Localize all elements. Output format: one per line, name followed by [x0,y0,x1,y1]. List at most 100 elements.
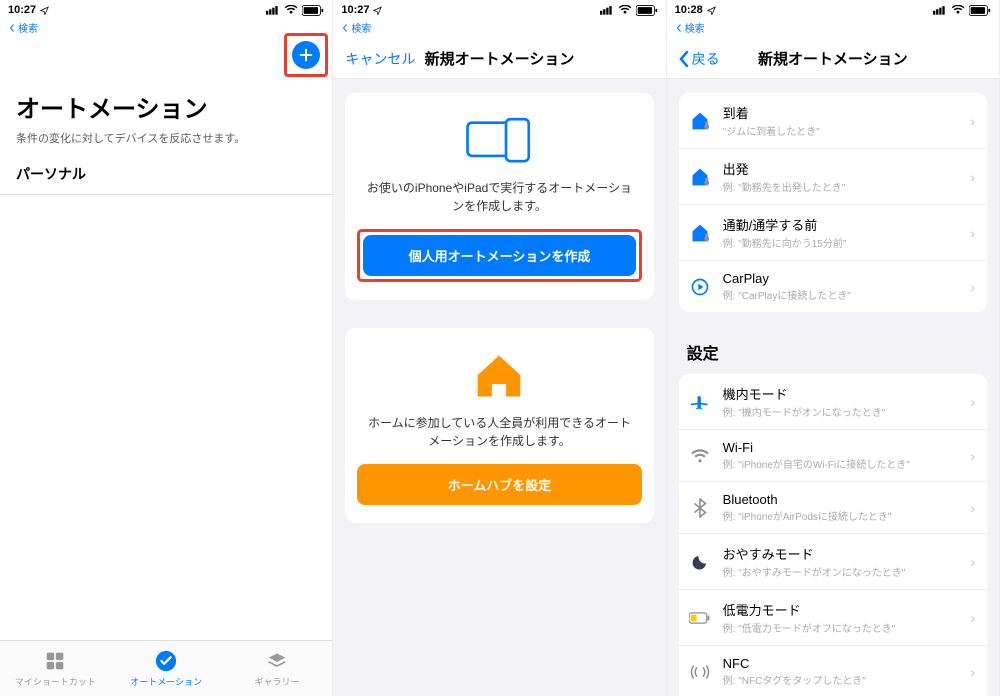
row-airplane-mode[interactable]: 機内モード例: "機内モードがオンになったとき" › [679,374,987,430]
commute-icon [689,222,711,244]
tab-label: ギャラリー [254,675,299,688]
row-title: NFC [723,656,959,671]
setup-home-hub-button[interactable]: ホームハブを設定 [357,464,641,505]
leave-icon [689,166,711,188]
row-low-power[interactable]: 低電力モード例: "低電力モードがオフになったとき" › [679,590,987,646]
page-subtitle: 条件の変化に対してデバイスを反応させます。 [16,130,316,146]
personal-automation-card: お使いのiPhoneやiPadで実行するオートメーションを作成します。 個人用オ… [345,93,653,300]
chevron-right-icon: › [970,664,975,680]
row-subtitle: 例: "低電力モードがオフになったとき" [723,620,959,635]
row-nfc[interactable]: NFC例: "NFCタグをタップしたとき" › [679,646,987,696]
row-bluetooth[interactable]: Bluetooth例: "iPhoneがAirPodsに接続したとき" › [679,482,987,534]
chevron-left-icon [679,51,689,67]
battery-icon [689,607,711,629]
nav-bar [0,39,332,79]
status-time: 10:28 [675,4,703,16]
status-time: 10:27 [8,4,36,16]
tab-automation[interactable]: オートメーション [111,641,222,696]
grid-icon [44,650,66,672]
row-title: 出発 [723,159,959,178]
search-label: 検索 [18,20,38,35]
personal-card-text: お使いのiPhoneやiPadで実行するオートメーションを作成します。 [357,179,641,215]
home-automation-card: ホームに参加している人全員が利用できるオートメーションを作成します。 ホームハブ… [345,328,653,523]
row-title: 機内モード [723,384,959,403]
row-subtitle: 例: "勤務先に向かう15分前" [723,235,959,250]
tab-my-shortcuts[interactable]: マイショートカット [0,641,111,696]
row-subtitle: 例: "iPhoneが自宅のWi-Fiに接続したとき" [723,456,959,471]
back-button[interactable]: 戻る [679,49,720,69]
chevron-right-icon: › [970,448,975,464]
status-icons [600,5,658,16]
row-title: おやすみモード [723,544,959,563]
row-title: Wi-Fi [723,440,959,455]
chevron-right-icon: › [970,113,975,129]
bluetooth-icon [689,497,711,519]
row-subtitle: 例: "おやすみモードがオンになったとき" [723,564,959,579]
wifi-icon [689,445,711,467]
row-subtitle: 例: "機内モードがオンになったとき" [723,404,959,419]
tab-label: マイショートカット [15,675,96,688]
carplay-icon [689,276,711,298]
row-wifi[interactable]: Wi-Fi例: "iPhoneが自宅のWi-Fiに接続したとき" › [679,430,987,482]
row-title: 低電力モード [723,600,959,619]
highlight-plus [284,33,328,77]
location-icon [373,6,382,15]
row-leave[interactable]: 出発例: "勤務先を出発したとき" › [679,149,987,205]
chevron-right-icon: › [970,394,975,410]
row-subtitle: 例: "CarPlayに接続したとき" [723,287,959,302]
search-label: 検索 [685,20,705,35]
screen-automation-home: 10:27 検索 オートメーション 条件の変化に対してデバイスを反応させます。 … [0,0,333,696]
divider [0,194,332,195]
nfc-icon [689,661,711,683]
moon-icon [689,551,711,573]
chevron-right-icon: › [970,169,975,185]
settings-section-header: 設定 [667,336,999,374]
arrive-icon [689,110,711,132]
row-before-commute[interactable]: 通勤/通学する前例: "勤務先に向かう15分前" › [679,205,987,261]
check-circle-icon [155,650,177,672]
nav-bar: 戻る 新規オートメーション [667,39,999,79]
section-personal: パーソナル [16,164,316,194]
screen1-body: オートメーション 条件の変化に対してデバイスを反応させます。 パーソナル [0,79,332,205]
row-carplay[interactable]: CarPlay例: "CarPlayに接続したとき" › [679,261,987,312]
screen-new-automation-type: 10:27 検索 キャンセル 新規オートメーション お使いのiPhoneやiPa… [333,0,666,696]
status-bar: 10:28 [667,0,999,20]
airplane-icon [689,391,711,413]
status-bar: 10:27 [333,0,665,20]
search-back[interactable]: 検索 [0,20,332,39]
row-subtitle: 例: "勤務先を出発したとき" [723,179,959,194]
row-do-not-disturb[interactable]: おやすみモード例: "おやすみモードがオンになったとき" › [679,534,987,590]
chevron-right-icon: › [970,279,975,295]
search-back[interactable]: 検索 [667,20,999,39]
page-title: オートメーション [16,89,316,124]
row-subtitle: 例: "iPhoneがAirPodsに接続したとき" [723,508,959,523]
nav-bar: キャンセル 新規オートメーション [333,39,665,79]
layers-icon [266,650,288,672]
status-icons [933,5,991,16]
search-back[interactable]: 検索 [333,20,665,39]
tab-gallery[interactable]: ギャラリー [222,641,333,696]
location-icon [707,6,716,15]
row-title: CarPlay [723,271,959,286]
settings-group: 機内モード例: "機内モードがオンになったとき" › Wi-Fi例: "iPho… [679,374,987,696]
trigger-scroll[interactable]: 到着"ジムに到着したとき" › 出発例: "勤務先を出発したとき" › 通勤/通… [667,79,999,696]
cancel-button[interactable]: キャンセル [345,49,415,69]
row-arrive[interactable]: 到着"ジムに到着したとき" › [679,93,987,149]
chevron-right-icon: › [970,225,975,241]
row-subtitle: 例: "NFCタグをタップしたとき" [723,672,959,687]
add-automation-button[interactable] [292,41,320,69]
row-title: Bluetooth [723,492,959,507]
row-title: 到着 [723,103,959,122]
screen-new-automation-triggers: 10:28 検索 戻る 新規オートメーション 到着"ジムに到着したとき" › [667,0,1000,696]
row-subtitle: "ジムに到着したとき" [723,123,959,138]
chevron-right-icon: › [970,610,975,626]
chevron-right-icon: › [970,500,975,516]
tab-label: オートメーション [130,675,202,688]
status-time: 10:27 [341,4,369,16]
tab-bar: マイショートカット オートメーション ギャラリー [0,640,332,696]
create-personal-automation-button[interactable]: 個人用オートメーションを作成 [363,235,635,276]
highlight-personal-btn: 個人用オートメーションを作成 [357,229,641,282]
row-title: 通勤/通学する前 [723,215,959,234]
status-icons [266,5,324,16]
chevron-right-icon: › [970,554,975,570]
